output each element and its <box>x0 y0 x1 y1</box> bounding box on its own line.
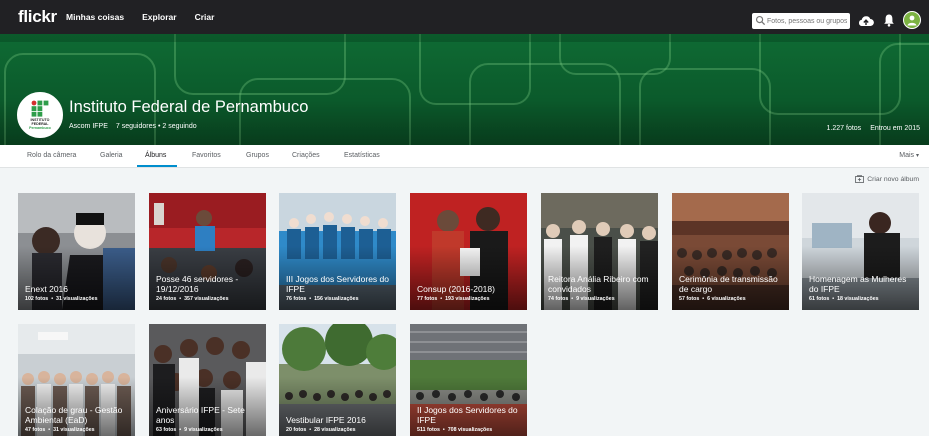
album-card[interactable]: Reitora Anália Ribeiro com convidados 74… <box>541 193 658 310</box>
album-title: Colação de grau - Gestão Ambiental (EaD) <box>25 405 123 425</box>
followers-count[interactable]: 7 seguidores • 2 seguindo <box>116 123 197 130</box>
search-box[interactable] <box>752 13 850 29</box>
flickr-logo[interactable]: flickr <box>18 7 57 27</box>
album-title: Vestibular IFPE 2016 <box>286 414 366 425</box>
album-meta: 102 fotos • 31 visualizações <box>25 296 98 302</box>
album-card[interactable]: Cerimônia de transmissão de cargo 57 fot… <box>672 193 789 310</box>
tab-statistics[interactable]: Estatísticas <box>344 152 380 159</box>
album-card[interactable]: Aniversário IFPE - Sete anos 63 fotos • … <box>149 324 266 436</box>
upload-icon[interactable] <box>858 14 874 28</box>
create-album-button[interactable]: Criar novo álbum <box>855 175 919 183</box>
notifications-bell-icon[interactable] <box>883 13 895 27</box>
album-card[interactable]: Consup (2016-2018) 77 fotos • 193 visual… <box>410 193 527 310</box>
album-meta: 511 fotos • 708 visualizações <box>417 427 493 433</box>
album-card[interactable]: II Jogos dos Servidores do IFPE 511 foto… <box>410 324 527 436</box>
buddy-icon[interactable]: INSTITUTO FEDERAL Pernambuco <box>17 92 63 138</box>
ifpe-logo-icon <box>31 100 49 117</box>
album-card[interactable]: III Jogos dos Servidores do IFPE 76 foto… <box>279 193 396 310</box>
album-title: Homenagem as Mulheres do IFPE <box>809 274 907 294</box>
profile-name: Instituto Federal de Pernambuco <box>69 98 309 116</box>
album-add-icon <box>855 175 865 183</box>
buddy-text: INSTITUTO FEDERAL Pernambuco <box>29 118 51 130</box>
album-meta: 61 fotos • 18 visualizações <box>809 296 879 302</box>
album-meta: 63 fotos • 9 visualizações <box>156 427 223 433</box>
nav-explore[interactable]: Explorar <box>142 12 177 22</box>
joined-date: Entrou em 2015 <box>870 125 920 132</box>
album-card[interactable]: Posse 46 servidores - 19/12/2016 24 foto… <box>149 193 266 310</box>
album-meta: 47 fotos • 31 visualizações <box>25 427 95 433</box>
album-title: Enext 2016 <box>25 283 69 294</box>
search-input[interactable] <box>767 17 847 25</box>
active-tab-indicator <box>137 165 177 167</box>
album-card[interactable]: Vestibular IFPE 2016 20 fotos • 28 visua… <box>279 324 396 436</box>
album-meta: 77 fotos • 193 visualizações <box>417 296 490 302</box>
album-meta: 57 fotos • 6 visualizações <box>679 296 746 302</box>
album-title: Posse 46 servidores - 19/12/2016 <box>156 274 239 294</box>
album-meta: 24 fotos • 357 visualizações <box>156 296 229 302</box>
search-icon <box>755 15 766 26</box>
album-title: Reitora Anália Ribeiro com convidados <box>548 274 649 294</box>
profile-subline: Ascom IFPE 7 seguidores • 2 seguindo <box>69 123 197 130</box>
chevron-down-icon: ▾ <box>915 153 919 159</box>
album-meta: 20 fotos • 28 visualizações <box>286 427 356 433</box>
profile-stats: 1.227 fotos Entrou em 2015 <box>827 125 920 132</box>
more-menu[interactable]: Mais ▾ <box>899 152 919 159</box>
album-title: Aniversário IFPE - Sete anos <box>156 405 245 425</box>
nav-links: Minhas coisas Explorar Criar <box>66 0 232 34</box>
tab-camera-roll[interactable]: Rolo da câmera <box>27 152 76 159</box>
album-meta: 76 fotos • 156 visualizações <box>286 296 359 302</box>
album-card[interactable]: Colação de grau - Gestão Ambiental (EaD)… <box>18 324 135 436</box>
album-card[interactable]: Enext 2016 102 fotos • 31 visualizações <box>18 193 135 310</box>
tab-gallery[interactable]: Galeria <box>100 152 123 159</box>
tab-groups[interactable]: Grupos <box>246 152 269 159</box>
album-title: III Jogos dos Servidores do IFPE <box>286 274 390 294</box>
tab-creations[interactable]: Criações <box>292 152 320 159</box>
avatar-person-icon <box>907 15 917 26</box>
album-card[interactable]: Homenagem as Mulheres do IFPE 61 fotos •… <box>802 193 919 310</box>
photo-count: 1.227 fotos <box>826 125 862 132</box>
nav-my-stuff[interactable]: Minhas coisas <box>66 12 124 22</box>
tab-favorites[interactable]: Favoritos <box>192 152 221 159</box>
tab-albums[interactable]: Álbuns <box>145 152 166 159</box>
nav-create[interactable]: Criar <box>195 12 215 22</box>
album-meta: 74 fotos • 9 visualizações <box>548 296 615 302</box>
profile-username: Ascom IFPE <box>69 123 108 130</box>
profile-tabs: Rolo da câmera Galeria Álbuns Favoritos … <box>0 145 929 168</box>
album-title: Cerimônia de transmissão de cargo <box>679 274 778 294</box>
album-title: Consup (2016-2018) <box>417 283 495 294</box>
user-avatar[interactable] <box>903 11 921 29</box>
album-title: II Jogos dos Servidores do IFPE <box>417 405 518 425</box>
top-navigation: flickr Minhas coisas Explorar Criar <box>0 0 929 34</box>
